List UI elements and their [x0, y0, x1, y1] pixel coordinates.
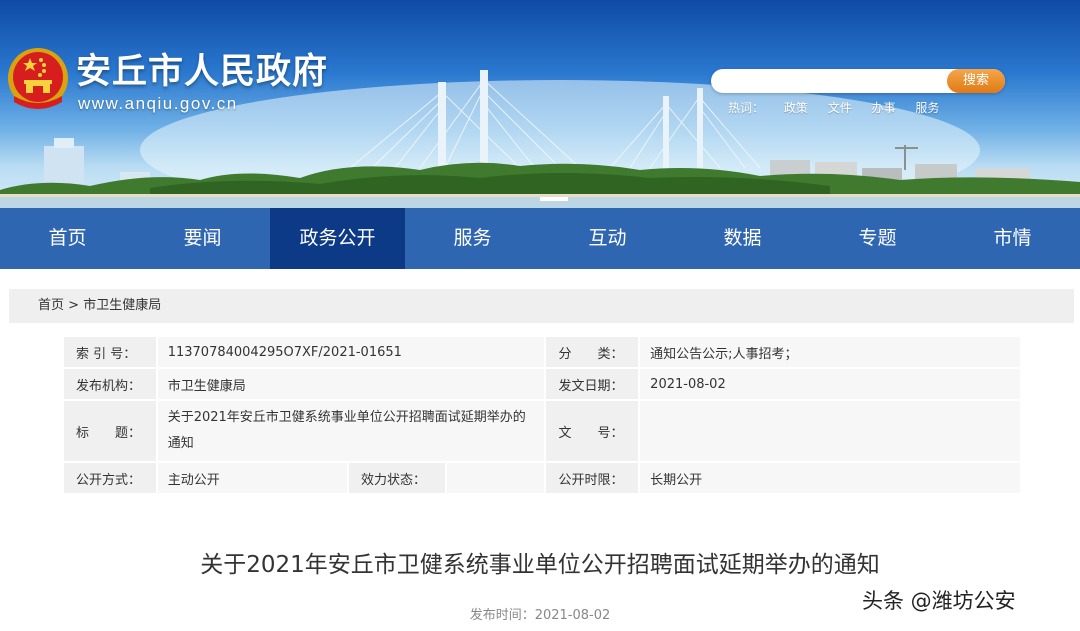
nav-item-services[interactable]: 服务: [405, 208, 540, 269]
meta-label-disclosure: 公开方式：: [64, 463, 156, 493]
meta-label-index-no: 索 引 号：: [64, 337, 156, 367]
meta-category: 通知公告公示;人事招考；: [640, 337, 1020, 367]
meta-doc-no: [640, 401, 1020, 461]
source-watermark: 头条 @潍坊公安: [862, 589, 1016, 613]
header-banner: 安丘市人民政府 www.anqiu.gov.cn 搜索 热词： 政策 文件 办事…: [0, 0, 1080, 208]
publish-time-label: 发布时间：: [469, 608, 535, 623]
hot-word-services[interactable]: 服务: [915, 101, 939, 115]
meta-period: 长期公开: [640, 463, 1020, 493]
nav-item-news[interactable]: 要闻: [135, 208, 270, 269]
meta-label-publisher: 发布机构：: [64, 369, 156, 399]
nav-item-topics[interactable]: 专题: [810, 208, 945, 269]
breadcrumb-current[interactable]: 市卫生健康局: [83, 298, 161, 313]
main-nav: 首页 要闻 政务公开 服务 互动 数据 专题 市情: [0, 208, 1080, 269]
search-input[interactable]: [721, 72, 941, 90]
meta-issue-date: 2021-08-02: [640, 369, 1020, 399]
document-meta-table: 索 引 号： 11370784004295O7XF/2021-01651 分 类…: [62, 335, 1022, 495]
meta-publisher: 市卫生健康局: [157, 369, 545, 399]
nav-item-home[interactable]: 首页: [0, 208, 135, 269]
meta-label-title: 标 题：: [64, 401, 156, 461]
meta-label-period: 公开时限：: [546, 463, 639, 493]
meta-disclosure: 主动公开: [157, 463, 348, 493]
hot-word-policy[interactable]: 政策: [784, 101, 808, 115]
site-title: 安丘市人民政府: [76, 52, 329, 92]
meta-index-no: 11370784004295O7XF/2021-01651: [157, 337, 545, 367]
breadcrumb: 首页 > 市卫生健康局: [38, 289, 161, 323]
hot-words-label: 热词：: [728, 101, 765, 115]
article-title: 关于2021年安丘市卫健系统事业单位公开招聘面试延期举办的通知: [200, 552, 880, 578]
nav-item-data[interactable]: 数据: [675, 208, 810, 269]
site-url: www.anqiu.gov.cn: [78, 94, 238, 113]
breadcrumb-separator: >: [68, 298, 80, 313]
meta-validity: [446, 463, 545, 493]
national-emblem-icon: [8, 48, 68, 109]
nav-item-government-affairs[interactable]: 政务公开: [270, 208, 405, 269]
meta-title: 关于2021年安丘市卫健系统事业单位公开招聘面试延期举办的通知: [157, 401, 545, 461]
hot-word-documents[interactable]: 文件: [828, 101, 852, 115]
meta-label-validity: 效力状态：: [349, 463, 445, 493]
breadcrumb-bar: 首页 > 市卫生健康局: [9, 289, 1074, 323]
nav-item-city-info[interactable]: 市情: [945, 208, 1080, 269]
breadcrumb-home[interactable]: 首页: [38, 298, 64, 313]
search-button[interactable]: 搜索: [947, 69, 1005, 93]
meta-label-category: 分 类：: [546, 337, 639, 367]
meta-label-doc-no: 文 号：: [546, 401, 639, 461]
nav-item-interaction[interactable]: 互动: [540, 208, 675, 269]
hot-word-affairs[interactable]: 办事: [872, 101, 896, 115]
hot-words: 热词： 政策 文件 办事 服务: [728, 99, 955, 116]
meta-label-issue-date: 发文日期：: [546, 369, 639, 399]
publish-time-value: 2021-08-02: [534, 608, 611, 623]
search-box: 搜索: [711, 69, 1005, 93]
